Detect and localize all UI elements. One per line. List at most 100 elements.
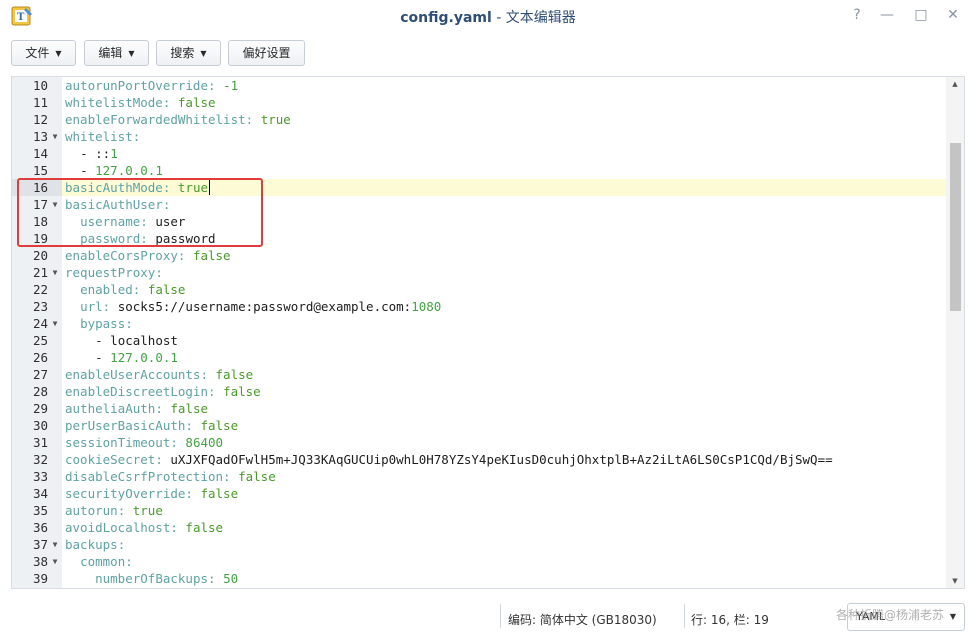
line-number: 10 — [32, 78, 48, 93]
code-line[interactable]: 31 sessionTimeout: 86400 — [12, 434, 949, 451]
yaml-key: numberOfBackups — [95, 571, 208, 586]
cursor-position-status: 行: 16, 栏: 19 — [691, 613, 769, 627]
edit-menu-button[interactable]: 编辑 ▼ — [84, 40, 149, 66]
scrollbar-thumb[interactable] — [950, 143, 961, 311]
code-line[interactable]: 34 securityOverride: false — [12, 485, 949, 502]
line-number: 12 — [32, 112, 48, 127]
yaml-key: enabled — [80, 282, 133, 297]
title-filename: config.yaml — [400, 10, 492, 26]
yaml-key: autheliaAuth — [65, 401, 156, 416]
code-text: numberOfBackups: 50 — [65, 570, 238, 587]
yaml-value: false — [147, 282, 186, 297]
yaml-colon: : — [208, 384, 216, 399]
code-line[interactable]: 10 autorunPortOverride: -1 — [12, 77, 949, 94]
fold-toggle-icon[interactable]: ▼ — [50, 128, 60, 145]
scroll-down-arrow-icon[interactable]: ▼ — [946, 574, 964, 588]
line-number: 36 — [32, 520, 48, 535]
line-number: 26 — [32, 350, 48, 365]
code-text: enableForwardedWhitelist: true — [65, 111, 291, 128]
line-number: 20 — [32, 248, 48, 263]
file-menu-button[interactable]: 文件 ▼ — [11, 40, 76, 66]
search-menu-button[interactable]: 搜索 ▼ — [156, 40, 221, 66]
line-number: 39 — [32, 571, 48, 586]
code-line[interactable]: 36 avoidLocalhost: false — [12, 519, 949, 536]
line-number: 15 — [32, 163, 48, 178]
yaml-colon: : — [155, 401, 163, 416]
code-line[interactable]: 12 enableForwardedWhitelist: true — [12, 111, 949, 128]
code-line[interactable]: 35 autorun: true — [12, 502, 949, 519]
close-button[interactable]: ✕ — [944, 6, 962, 24]
toolbar: 文件 ▼ 编辑 ▼ 搜索 ▼ 偏好设置 — [0, 32, 976, 74]
preferences-button[interactable]: 偏好设置 — [228, 40, 305, 66]
yaml-value: uXJXFQadOFwlH5m+JQ33KAqGUCUip0whL0H78YZs… — [170, 452, 833, 467]
code-text: - 127.0.0.1 — [65, 349, 178, 366]
code-line[interactable]: 14 - ::1 — [12, 145, 949, 162]
code-line[interactable]: 27 enableUserAccounts: false — [12, 366, 949, 383]
fold-toggle-icon[interactable]: ▼ — [50, 553, 60, 570]
yaml-colon: : — [117, 503, 126, 518]
code-line[interactable]: 38 ▼ common: — [12, 553, 949, 570]
line-number: 30 — [32, 418, 48, 433]
code-line[interactable]: 33 disableCsrfProtection: false — [12, 468, 949, 485]
code-line[interactable]: 25 - localhost — [12, 332, 949, 349]
code-text: - localhost — [65, 332, 178, 349]
minimize-button[interactable]: — — [878, 6, 896, 24]
code-text: avoidLocalhost: false — [65, 519, 223, 536]
yaml-value: false — [170, 401, 209, 416]
scroll-up-arrow-icon[interactable]: ▲ — [946, 77, 964, 91]
chevron-down-icon: ▼ — [949, 612, 956, 621]
line-number: 35 — [32, 503, 48, 518]
yaml-key: disableCsrfProtection — [65, 469, 224, 484]
code-editor[interactable]: 10 autorunPortOverride: -1 11 whitelistMode… — [11, 76, 965, 589]
code-line[interactable]: 11 whitelistMode: false — [12, 94, 949, 111]
code-line[interactable]: 30 perUserBasicAuth: false — [12, 417, 949, 434]
code-line[interactable]: 37 ▼ backups: — [12, 536, 949, 553]
yaml-list-dash: - — [80, 163, 96, 178]
code-text: - 127.0.0.1 — [65, 162, 163, 179]
yaml-key: whitelist — [65, 129, 133, 144]
code-line[interactable]: 39 numberOfBackups: 50 — [12, 570, 949, 587]
code-line[interactable]: 26 - 127.0.0.1 — [12, 349, 949, 366]
code-line[interactable]: 28 enableDiscreetLogin: false — [12, 383, 949, 400]
line-number: 14 — [32, 146, 48, 161]
maximize-button[interactable]: □ — [912, 6, 930, 24]
code-text: disableCsrfProtection: false — [65, 468, 276, 485]
line-number: 29 — [32, 401, 48, 416]
fold-toggle-icon[interactable]: ▼ — [50, 536, 60, 553]
yaml-value: true — [260, 112, 291, 127]
code-text: common: — [65, 553, 133, 570]
yaml-value: false — [177, 95, 216, 110]
yaml-value: true — [132, 503, 163, 518]
chevron-down-icon: ▼ — [200, 49, 207, 58]
code-line[interactable]: 13 ▼ whitelist: — [12, 128, 949, 145]
yaml-key: common — [80, 554, 126, 569]
line-number: 32 — [32, 452, 48, 467]
fold-toggle-icon[interactable]: ▼ — [50, 264, 60, 281]
file-menu-label: 文件 — [25, 46, 50, 60]
yaml-value: false — [185, 520, 224, 535]
fold-toggle-icon[interactable]: ▼ — [50, 315, 60, 332]
code-line[interactable]: 32 cookieSecret: uXJXFQadOFwlH5m+JQ33KAqG… — [12, 451, 949, 468]
vertical-scrollbar[interactable]: ▲ ▼ — [946, 77, 964, 588]
code-line[interactable]: 29 autheliaAuth: false — [12, 400, 949, 417]
preferences-label: 偏好设置 — [242, 46, 291, 60]
yaml-list-value: 1 — [110, 146, 118, 161]
yaml-value: false — [215, 367, 254, 382]
code-text: whitelistMode: false — [65, 94, 216, 111]
yaml-colon: : — [170, 435, 178, 450]
code-line[interactable]: 20 enableCorsProxy: false — [12, 247, 949, 264]
yaml-list-value: 127.0.0.1 — [95, 163, 163, 178]
code-line[interactable]: 23 url: socks5://username:password@examp… — [12, 298, 949, 315]
yaml-key: avoidLocalhost — [65, 520, 171, 535]
code-line[interactable]: 21 ▼ requestProxy: — [12, 264, 949, 281]
yaml-colon: : — [208, 78, 216, 93]
help-button[interactable]: ? — [848, 6, 866, 24]
yaml-colon: : — [117, 537, 126, 552]
code-line[interactable]: 15 - 127.0.0.1 — [12, 162, 949, 179]
yaml-key: enableDiscreetLogin — [65, 384, 208, 399]
line-number: 31 — [32, 435, 48, 450]
yaml-value: false — [192, 248, 231, 263]
encoding-status: 编码: 简体中文 (GB18030) — [508, 613, 657, 627]
code-line[interactable]: 22 enabled: false — [12, 281, 949, 298]
code-line[interactable]: 24 ▼ bypass: — [12, 315, 949, 332]
